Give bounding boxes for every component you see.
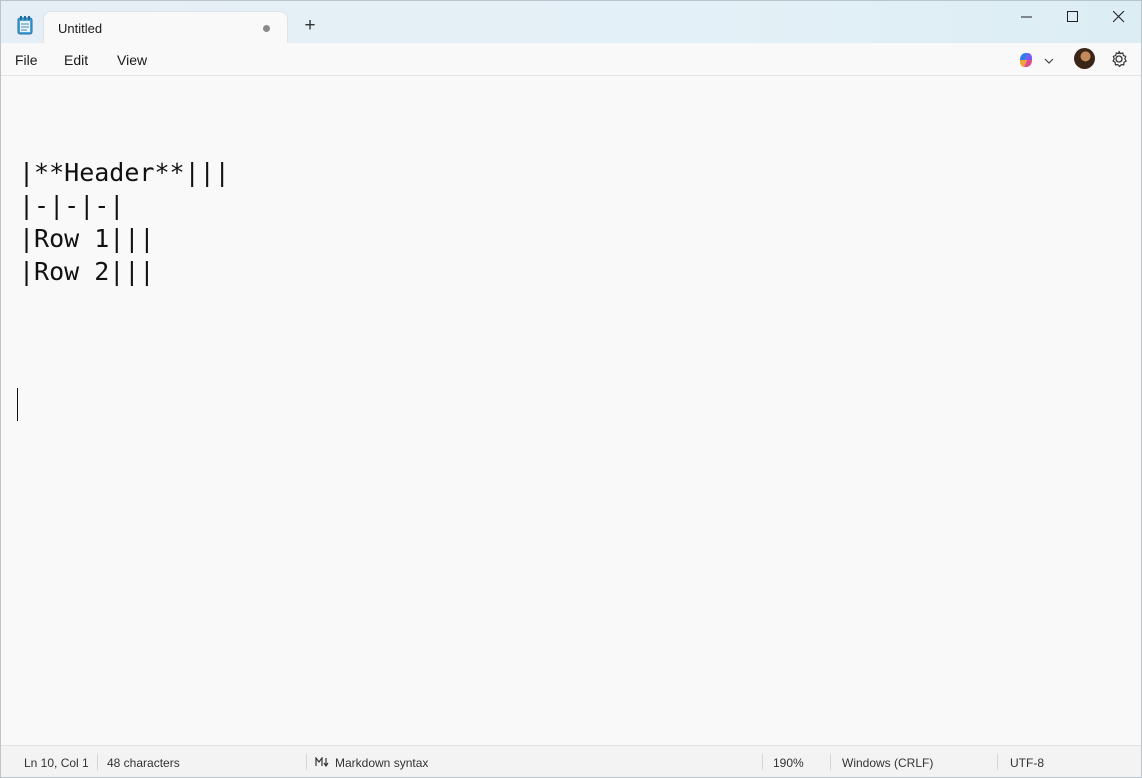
menu-edit[interactable]: Edit bbox=[64, 52, 88, 68]
editor-line: |**Header**||| bbox=[19, 158, 230, 187]
menu-bar: File Edit View bbox=[1, 43, 1141, 76]
character-count: 48 characters bbox=[107, 756, 180, 770]
cursor-position: Ln 10, Col 1 bbox=[24, 756, 89, 770]
text-caret bbox=[17, 388, 18, 421]
copilot-icon bbox=[1020, 53, 1032, 67]
status-bar: Ln 10, Col 1 48 characters Markdown synt… bbox=[1, 745, 1141, 777]
notepad-window: Untitled + File Edit View |**Header**|||… bbox=[0, 0, 1142, 778]
plus-icon: + bbox=[304, 15, 316, 36]
notepad-app-icon bbox=[17, 16, 33, 35]
editor-line: |-|-|-| bbox=[19, 191, 125, 220]
editor-content: |**Header**||| |-|-|-| |Row 1||| |Row 2|… bbox=[19, 156, 230, 288]
minimize-button[interactable] bbox=[1004, 5, 1050, 29]
editor-line: |Row 2||| bbox=[19, 257, 155, 286]
status-divider bbox=[997, 754, 998, 770]
markdown-label: Markdown syntax bbox=[335, 756, 429, 770]
markdown-icon bbox=[315, 757, 329, 767]
status-divider bbox=[762, 754, 763, 770]
maximize-button[interactable] bbox=[1050, 5, 1096, 29]
line-ending[interactable]: Windows (CRLF) bbox=[842, 756, 933, 770]
tab-title: Untitled bbox=[58, 21, 103, 36]
menu-view[interactable]: View bbox=[117, 52, 147, 68]
unsaved-dot-icon[interactable] bbox=[263, 25, 270, 32]
tab-untitled[interactable]: Untitled bbox=[43, 11, 288, 43]
settings-gear-icon[interactable] bbox=[1109, 49, 1129, 69]
status-divider bbox=[306, 754, 307, 770]
menu-file[interactable]: File bbox=[15, 52, 38, 68]
status-divider bbox=[830, 754, 831, 770]
zoom-level[interactable]: 190% bbox=[773, 756, 804, 770]
maximize-icon bbox=[1067, 11, 1078, 22]
encoding[interactable]: UTF-8 bbox=[1010, 756, 1044, 770]
account-avatar[interactable] bbox=[1074, 48, 1095, 69]
title-bar: Untitled + bbox=[1, 1, 1141, 43]
close-button[interactable] bbox=[1096, 5, 1141, 29]
text-editor[interactable]: |**Header**||| |-|-|-| |Row 1||| |Row 2|… bbox=[1, 76, 1141, 745]
status-divider bbox=[97, 754, 98, 770]
copilot-button[interactable] bbox=[1016, 50, 1060, 70]
chevron-down-icon bbox=[1044, 58, 1054, 64]
new-tab-button[interactable]: + bbox=[299, 16, 321, 38]
close-icon bbox=[1113, 11, 1125, 23]
markdown-toggle[interactable]: Markdown syntax bbox=[313, 746, 443, 777]
editor-line: |Row 1||| bbox=[19, 224, 155, 253]
minimize-icon bbox=[1021, 16, 1032, 18]
